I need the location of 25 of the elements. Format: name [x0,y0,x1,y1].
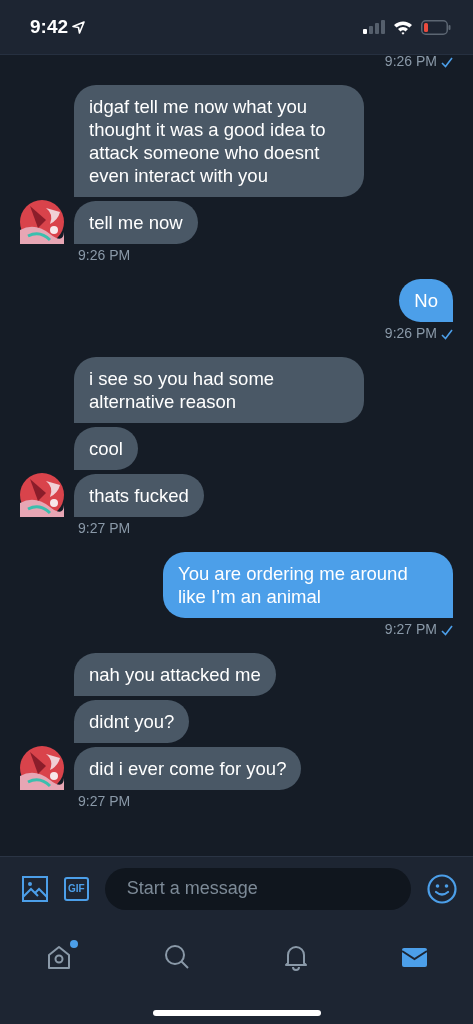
message-bubble: idgaf tell me now what you thought it was a good idea to attack someone who doesnt even interact with you [74,85,364,197]
message-time: 9:26 PM [384,55,437,70]
image-button[interactable] [22,875,48,902]
wifi-icon [393,19,413,35]
message-bubble: didnt you? [74,700,190,743]
battery-icon [421,19,451,35]
location-arrow-icon [72,20,86,34]
message-bubble: tell me now [74,201,198,244]
message-bubble: nah you attacked me [74,653,276,696]
message-bubble: did i ever come for you? [74,747,302,790]
message-bubble: thats fucked [74,474,204,517]
emoji-button[interactable] [427,873,457,904]
message-time: 9:27 PM [78,793,131,810]
message-time: 9:26 PM [78,247,131,264]
message-time: 9:27 PM [384,621,437,638]
message-bubble: No [399,279,453,322]
message-time: 9:26 PM [384,325,437,342]
signal-icon [363,20,385,34]
message-bubble: i see so you had some alternative reason [74,357,364,423]
gif-button[interactable]: GIF [64,876,89,901]
message-time: 9:27 PM [78,520,131,537]
message-bubble: You are ordering me around like I’m an animal [163,552,453,618]
message-bubble: cool [74,427,138,470]
message-input[interactable]: Start a message [104,867,411,910]
clock-time: 9:42 [30,14,69,39]
